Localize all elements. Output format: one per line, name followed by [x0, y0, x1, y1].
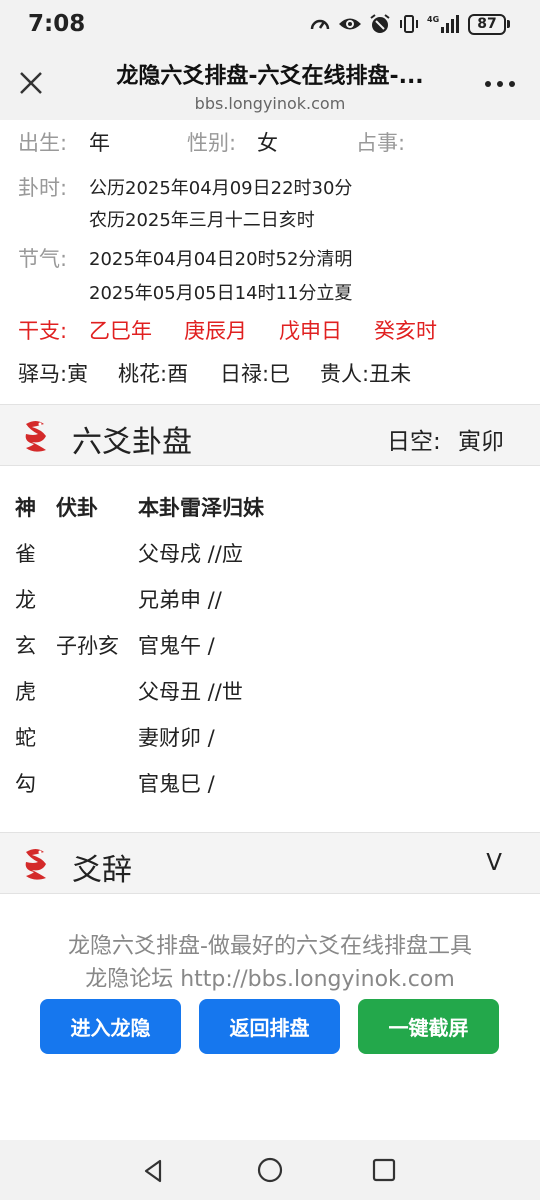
jieqi-current: 2025年04月04日20时52分清明: [89, 249, 353, 270]
status-bar: 7:08 4G 87: [0, 0, 540, 50]
ganzhi-month: 庚辰月: [184, 319, 247, 343]
dragon-logo-icon: [25, 421, 46, 452]
ganzhi-hour: 癸亥时: [374, 319, 437, 343]
footer-slogan: 龙隐六爻排盘-做最好的六爻在线排盘工具: [68, 934, 472, 959]
header-bengua: 本卦雷泽归妹: [138, 496, 264, 520]
enter-longyin-button[interactable]: 进入龙隐: [40, 999, 181, 1054]
header-shen: 神: [15, 496, 36, 520]
home-nav-icon[interactable]: [256, 1156, 284, 1184]
gua-time-lunar: 农历2025年三月十二日亥时: [89, 210, 315, 231]
row-shen: 龙: [15, 588, 36, 612]
battery-indicator: 87: [468, 13, 510, 35]
yaoci-section-header[interactable]: 爻辞 V: [0, 832, 540, 894]
shensha-taohua: 桃花:酉: [118, 362, 189, 386]
ganzhi-day: 戊申日: [279, 319, 342, 343]
status-icons: 4G 87: [309, 13, 510, 35]
page-url: bbs.longyinok.com: [194, 94, 346, 113]
jieqi-label: 节气:: [18, 247, 68, 271]
gua-time-solar: 公历2025年04月09日22时30分: [89, 178, 353, 199]
vibrate-icon: [400, 15, 418, 33]
rikong-value: 寅卯: [458, 429, 504, 455]
paipan-title: 六爻卦盘: [72, 425, 192, 460]
svg-text:4G: 4G: [427, 15, 439, 24]
browser-header: 龙隐六爻排盘-六爻在线排盘-... bbs.longyinok.com: [0, 50, 540, 120]
row-ben: 兄弟申 //: [138, 588, 222, 612]
close-icon[interactable]: [14, 66, 48, 100]
system-nav-bar: [0, 1140, 540, 1200]
gender-value: 女: [257, 131, 278, 155]
back-to-paipan-button[interactable]: 返回排盘: [199, 999, 340, 1054]
shensha-guiren: 贵人:丑未: [320, 362, 412, 386]
birth-label: 出生:: [18, 131, 68, 155]
row-ben: 父母戌 //应: [138, 542, 243, 566]
gua-time-label: 卦时:: [18, 176, 68, 200]
row-shen: 虎: [15, 680, 36, 704]
row-fu: 子孙亥: [56, 634, 119, 658]
footer-forum-link: 龙隐论坛 http://bbs.longyinok.com: [85, 967, 455, 992]
recents-nav-icon[interactable]: [372, 1158, 396, 1182]
matter-label: 占事:: [356, 131, 406, 155]
ganzhi-year: 乙巳年: [89, 319, 152, 343]
battery-level: 87: [468, 13, 506, 35]
header-fugua: 伏卦: [56, 496, 98, 520]
page-title: 龙隐六爻排盘-六爻在线排盘-...: [116, 64, 424, 89]
back-nav-icon[interactable]: [140, 1157, 168, 1185]
alarm-icon: [370, 14, 390, 33]
row-shen: 蛇: [15, 726, 36, 750]
row-shen: 雀: [15, 542, 36, 566]
screenshot-button[interactable]: 一键截屏: [358, 999, 499, 1054]
eye-icon: [339, 18, 361, 30]
row-ben: 官鬼巳 /: [138, 772, 215, 796]
row-ben: 官鬼午 /: [138, 634, 215, 658]
yaoci-title: 爻辞: [72, 853, 132, 888]
jieqi-next: 2025年05月05日14时11分立夏: [89, 283, 353, 304]
signal-icon: 4G: [427, 15, 459, 33]
status-time: 7:08: [28, 11, 86, 37]
more-options-icon[interactable]: [482, 74, 518, 94]
shensha-rilu: 日禄:巳: [220, 362, 291, 386]
rikong-label: 日空:: [386, 429, 441, 455]
yaoci-toggle[interactable]: V: [486, 850, 502, 876]
ganzhi-label: 干支:: [18, 319, 68, 343]
row-shen: 勾: [15, 772, 36, 796]
birth-value: 年: [89, 131, 110, 155]
title-block: 龙隐六爻排盘-六爻在线排盘-... bbs.longyinok.com: [70, 58, 470, 113]
row-shen: 玄: [15, 634, 36, 658]
gender-label: 性别:: [187, 131, 237, 155]
speedometer-icon: [310, 19, 330, 30]
dragon-logo-icon: [25, 849, 46, 880]
shensha-yima: 驿马:寅: [18, 362, 89, 386]
row-ben: 父母丑 //世: [138, 680, 243, 704]
paipan-section-header: 六爻卦盘 日空: 寅卯: [0, 404, 540, 466]
rikong-display: 日空: 寅卯: [387, 422, 504, 456]
row-ben: 妻财卯 /: [138, 726, 215, 750]
